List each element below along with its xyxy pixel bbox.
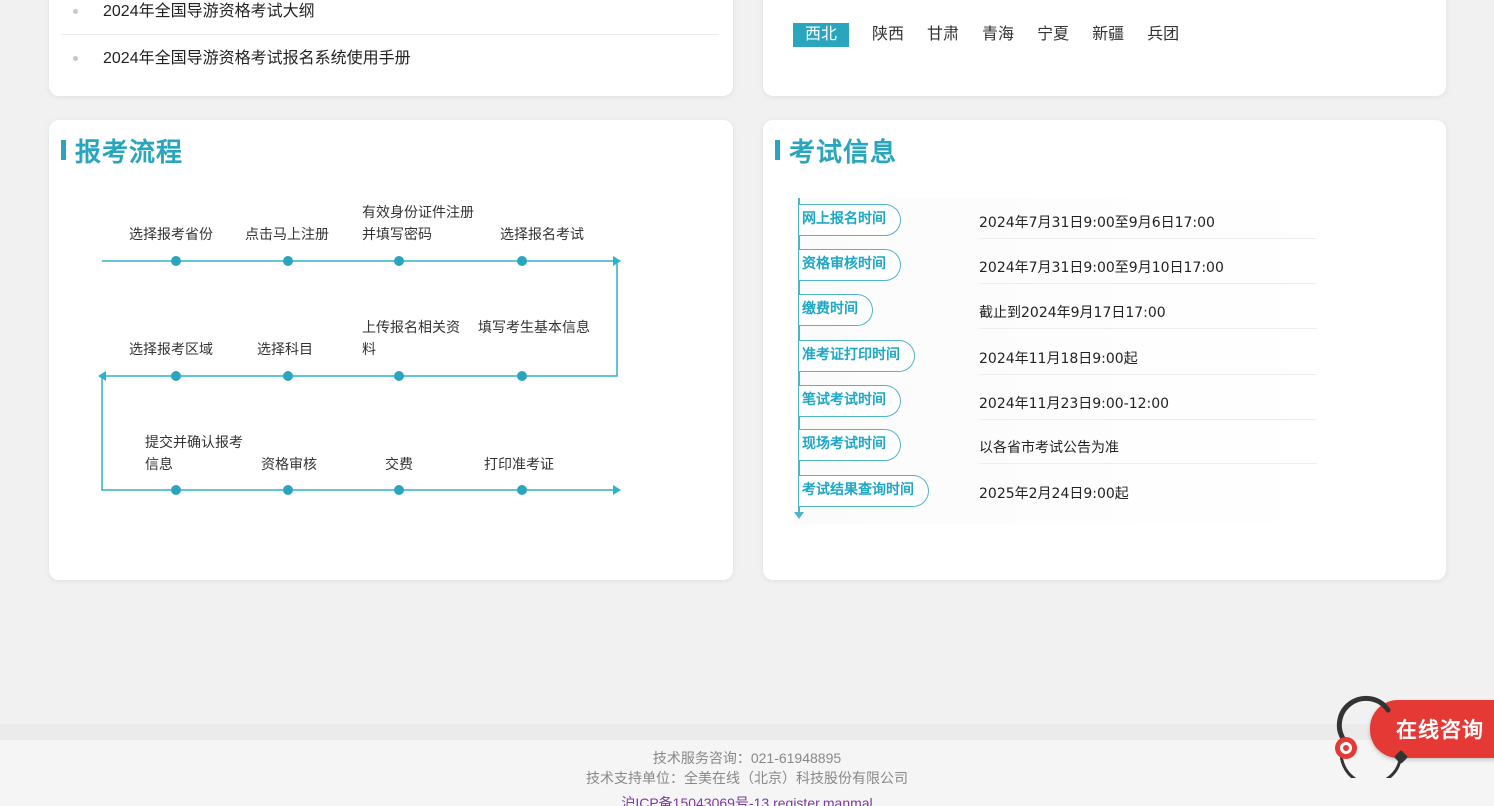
flow-node <box>517 485 527 495</box>
news-item[interactable]: 2024年全国导游资格考试大纲 <box>61 0 719 35</box>
region-tab-northwest[interactable]: 西北 <box>793 23 850 47</box>
flow-step-label: 填写考生基本信息 <box>478 320 590 336</box>
flow-step-label: 提交并确认报考信息 <box>145 435 243 473</box>
flow-node <box>283 256 293 266</box>
flow-step-label: 有效身份证件注册并填写密码 <box>362 205 474 243</box>
exam-row-value: 2025年2月24日9:00起 <box>979 486 1129 502</box>
flow-step-label: 交费 <box>385 457 413 473</box>
region-tab-gansu[interactable]: 甘肃 <box>927 23 959 47</box>
news-item[interactable]: 2024年全国导游资格考试报名系统使用手册 <box>61 35 719 82</box>
region-tab-bingtuan[interactable]: 兵团 <box>1147 23 1179 47</box>
exam-row: 缴费时间 截止到2024年9月17日17:00 <box>799 294 1319 329</box>
divider <box>979 238 1317 239</box>
flow-node <box>171 485 181 495</box>
exam-title: 考试信息 <box>789 137 898 168</box>
exam-row: 准考证打印时间 2024年11月18日9:00起 <box>799 340 1319 375</box>
flow-node <box>517 371 527 381</box>
flow-step-label: 选择报考区域 <box>129 342 213 358</box>
region-tab-xinjiang[interactable]: 新疆 <box>1092 23 1124 47</box>
exam-info-card: 考试信息 网上报名时间 2024年7月31日9:00至9月6日17:00 资格审… <box>763 120 1446 580</box>
divider <box>979 374 1317 375</box>
footer-service: 技术服务咨询：021-61948895 <box>652 750 842 766</box>
flow-step-label: 选择科目 <box>257 342 313 358</box>
flow-node <box>171 256 181 266</box>
arrow-right-icon <box>613 485 621 495</box>
region-card: 西北 陕西 甘肃 青海 宁夏 新疆 兵团 <box>763 0 1446 96</box>
news-item-title[interactable]: 2024年全国导游资格考试报名系统使用手册 <box>103 50 411 67</box>
divider <box>979 283 1317 284</box>
title-bar-icon <box>775 140 780 160</box>
region-tabs: 西北 陕西 甘肃 青海 宁夏 新疆 兵团 <box>793 23 1202 47</box>
online-consult-button[interactable]: 在线咨询 <box>1330 688 1494 778</box>
region-tab-qinghai[interactable]: 青海 <box>982 23 1014 47</box>
flow-step-label: 上传报名相关资料 <box>362 320 460 358</box>
exam-row: 现场考试时间 以各省市考试公告为准 <box>799 429 1319 464</box>
bullet-icon <box>73 56 78 61</box>
exam-row-label: 缴费时间 <box>799 294 873 326</box>
region-tab-ningxia[interactable]: 宁夏 <box>1037 23 1069 47</box>
footer: 技术服务咨询：021-61948895 技术支持单位：全美在线（北京）科技股份有… <box>0 724 1494 806</box>
exam-row-value: 以各省市考试公告为准 <box>979 440 1119 456</box>
flow-node <box>394 371 404 381</box>
exam-row-value: 2024年11月18日9:00起 <box>979 351 1138 367</box>
exam-row-value: 截止到2024年9月17日17:00 <box>979 305 1166 321</box>
divider <box>979 463 1317 464</box>
exam-row-label: 笔试考试时间 <box>799 385 901 417</box>
exam-row: 笔试考试时间 2024年11月23日9:00-12:00 <box>799 385 1319 420</box>
flow-step-label: 点击马上注册 <box>245 227 329 243</box>
exam-row-label: 准考证打印时间 <box>799 340 915 372</box>
flow-node <box>517 256 527 266</box>
news-item-title[interactable]: 2024年全国导游资格考试大纲 <box>103 3 315 20</box>
exam-row-label: 考试结果查询时间 <box>799 475 929 507</box>
flow-step-label: 打印准考证 <box>484 457 554 473</box>
exam-row-value: 2024年7月31日9:00至9月6日17:00 <box>979 215 1215 231</box>
exam-row-value: 2024年7月31日9:00至9月10日17:00 <box>979 260 1224 276</box>
exam-row: 资格审核时间 2024年7月31日9:00至9月10日17:00 <box>799 249 1319 284</box>
exam-row-label: 资格审核时间 <box>799 249 901 281</box>
exam-row: 考试结果查询时间 2025年2月24日9:00起 <box>799 475 1319 509</box>
divider <box>979 328 1317 329</box>
news-list: 2024年全国导游资格考试大纲 2024年全国导游资格考试报名系统使用手册 <box>61 0 719 82</box>
exam-row-label: 网上报名时间 <box>799 204 901 236</box>
flow-node <box>283 371 293 381</box>
flow-node <box>171 371 181 381</box>
exam-row: 网上报名时间 2024年7月31日9:00至9月6日17:00 <box>799 204 1319 239</box>
section-title: 考试信息 <box>775 134 898 168</box>
exam-row-label: 现场考试时间 <box>799 429 901 461</box>
exam-schedule: 网上报名时间 2024年7月31日9:00至9月6日17:00 资格审核时间 2… <box>794 198 1335 524</box>
divider <box>979 419 1317 420</box>
flow-step-label: 选择报考省份 <box>129 227 213 243</box>
region-tab-shaanxi[interactable]: 陕西 <box>872 23 904 47</box>
flow-step-label: 资格审核 <box>261 457 317 473</box>
registration-flow-card: 报考流程 选择报考省份 点击马上注册 有效身份证件注册并填写密码 选择报名考试 … <box>49 120 733 580</box>
news-card: 2024年全国导游资格考试大纲 2024年全国导游资格考试报名系统使用手册 <box>49 0 733 96</box>
flow-node <box>283 485 293 495</box>
footer-icp-link[interactable]: 沪ICP备15043069号-13 register.manmal <box>0 792 1494 806</box>
flow-node <box>394 485 404 495</box>
flow-step-label: 选择报名考试 <box>500 227 584 243</box>
consult-label[interactable]: 在线咨询 <box>1396 714 1484 744</box>
exam-row-value: 2024年11月23日9:00-12:00 <box>979 396 1170 412</box>
flow-node <box>394 256 404 266</box>
footer-support: 技术支持单位：全美在线（北京）科技股份有限公司 <box>586 770 908 786</box>
bullet-icon <box>73 9 78 14</box>
